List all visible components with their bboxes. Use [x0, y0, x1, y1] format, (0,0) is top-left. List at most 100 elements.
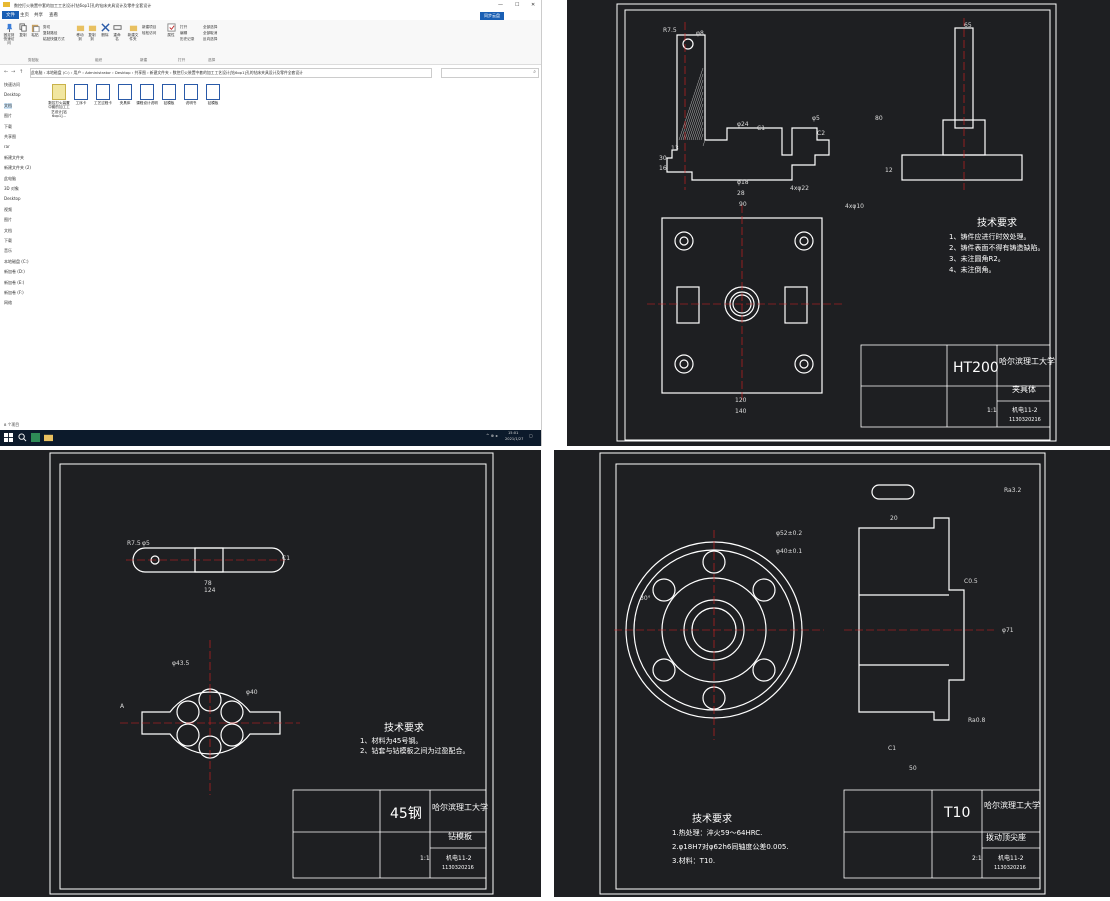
nav-item[interactable]: 共享图 [4, 134, 16, 140]
nav-item[interactable]: 新建文件夹 (2) [4, 165, 31, 171]
tray-icons[interactable]: ^ ⊕ ◂ [486, 433, 497, 438]
file-item[interactable]: 数控打火装置中套的加工工艺设计[钻6op1]... [48, 84, 70, 118]
organize-group-label: 组织 [95, 58, 103, 62]
up-arrow-icon[interactable]: ↑ [19, 69, 23, 75]
clamp-front-view [666, 34, 830, 181]
nav-item[interactable]: 新建文件夹 [4, 155, 24, 161]
dim-label: 80 [875, 115, 883, 122]
file-name: 说明书 [185, 101, 197, 105]
copy-button[interactable]: 复制 [18, 23, 28, 37]
file-item[interactable]: 说明书 [180, 84, 202, 105]
paste-button[interactable]: 粘贴 [30, 23, 40, 37]
title-bar: 数控打火装置中套的加工工艺设计[钻6op1]孔的钻床夹具设计及零件全套设计 — … [0, 0, 541, 10]
history-button[interactable]: 历史记录 [180, 37, 194, 42]
tab-view[interactable]: 查看 [49, 12, 58, 18]
share-button[interactable]: 同步云盘 [480, 12, 504, 20]
nav-item[interactable]: 视频 [4, 207, 12, 213]
tab-share[interactable]: 共享 [34, 12, 43, 18]
window-title: 数控打火装置中套的加工工艺设计[钻6op1]孔的钻床夹具设计及零件全套设计 [14, 3, 152, 8]
nav-item[interactable]: 新加卷 (D:) [4, 269, 25, 275]
hatch-line [698, 127, 704, 141]
nav-item[interactable]: 图片 [4, 217, 12, 223]
file-item[interactable]: 钻模板 [202, 84, 224, 105]
outer-frame [49, 452, 494, 895]
nav-item[interactable]: 网络 [4, 300, 12, 306]
dim-label: φ24 [737, 121, 749, 128]
search-icon[interactable] [18, 433, 27, 442]
dim-label: 12 [885, 167, 893, 174]
new-folder-icon [129, 25, 137, 32]
edit-button[interactable]: 编辑 [180, 31, 187, 36]
dim-label: 30° [640, 595, 651, 602]
dim-label: 4xφ10 [845, 203, 864, 210]
file-item[interactable]: 钻模板 [158, 84, 180, 105]
tab-home[interactable]: 主页 [20, 12, 29, 18]
nav-item[interactable]: 本地磁盘 (C:) [4, 259, 29, 265]
new-folder-button[interactable]: 新建文件夹 [127, 23, 139, 41]
file-item[interactable]: 工序卡 [70, 84, 92, 105]
windows-start-icon[interactable] [4, 433, 13, 442]
select-none-button[interactable]: 全部取消 [203, 31, 217, 36]
dim-label: φ71 [1002, 627, 1014, 634]
properties-button[interactable]: 属性 [166, 23, 176, 37]
copy-path-button[interactable]: 复制路径 [43, 31, 57, 36]
delete-button[interactable]: 删除 [100, 23, 110, 37]
nav-item[interactable]: 图片 [4, 113, 12, 119]
tray-time[interactable]: 15:01 [508, 431, 518, 435]
back-arrow-icon[interactable]: ← [4, 69, 8, 75]
notification-icon[interactable]: ▢ [529, 433, 533, 438]
dim-label: C1 [888, 745, 896, 752]
nav-item[interactable]: 文档 [4, 102, 12, 109]
nav-item[interactable]: Desktop [4, 92, 21, 97]
tech-requirements-notes: 1.热处理：淬火59～64HRC. 2.φ18H7对φ62h6同轴度公差0.00… [672, 828, 789, 865]
new-item-button[interactable]: 新建项目 [142, 25, 156, 30]
file-explorer-icon[interactable] [44, 433, 53, 442]
forward-arrow-icon[interactable]: → [11, 69, 15, 75]
copy-to-button[interactable]: 复制到 [87, 23, 97, 41]
delete-label: 删除 [101, 33, 109, 37]
nav-item[interactable]: 3D 对象 [4, 186, 19, 192]
close-icon[interactable]: ✕ [531, 2, 535, 8]
file-name: 工序卡 [75, 101, 87, 105]
nav-item[interactable]: rar [4, 144, 10, 149]
easy-access-button[interactable]: 轻松访问 [142, 31, 156, 36]
open-group-label: 打开 [178, 58, 186, 62]
cad-drawing-clamp-body: R7.5 φ8 φ24 C1 φ5 C2 4xφ22 4xφ10 90 120 … [567, 0, 1110, 446]
maximize-icon[interactable]: ☐ [515, 2, 519, 8]
part-name-label: 钻模板 [448, 831, 472, 841]
file-item[interactable]: 工艺过程卡 [92, 84, 114, 105]
nav-item[interactable]: Desktop [4, 196, 21, 201]
app-icon[interactable] [31, 433, 40, 442]
file-item[interactable]: 课程设计说明 [136, 84, 158, 105]
nav-item[interactable]: 下载 [4, 238, 12, 244]
dim-label: R7.5 [127, 540, 141, 547]
rename-button[interactable]: 重命名 [112, 23, 122, 41]
paste-shortcut-button[interactable]: 粘贴快捷方式 [43, 37, 65, 42]
tab-file[interactable]: 文件 [2, 11, 19, 19]
open-button[interactable]: 打开 [180, 25, 187, 30]
pin-button[interactable]: 固定到快速访问 [2, 23, 16, 45]
minimize-icon[interactable]: — [498, 2, 503, 8]
nav-item[interactable]: 下载 [4, 124, 12, 130]
nav-item[interactable]: 新加卷 (E:) [4, 280, 24, 286]
tech-note: 4、未注倒角。 [949, 265, 995, 274]
move-to-button[interactable]: 移动到 [75, 23, 85, 41]
nav-item[interactable]: 文档 [4, 228, 12, 234]
select-all-button[interactable]: 全部选择 [203, 25, 217, 30]
nav-item[interactable]: 此电脑 [4, 176, 16, 182]
nav-item[interactable]: 音乐 [4, 248, 12, 254]
cad-drawing-drill-plate: R7.5 φ5 78 124 C1 φ43.5 φ40 A 技术要求 1、材料为… [0, 450, 541, 897]
file-item[interactable]: 夹具体 [114, 84, 136, 105]
tech-note: 2、钻套与钻模板之间为过盈配合。 [360, 746, 469, 755]
invert-selection-button[interactable]: 反向选择 [203, 37, 217, 42]
tray-date[interactable]: 2021/1/27 [505, 437, 523, 441]
dim-label: 4xφ22 [790, 185, 809, 192]
rename-icon [112, 25, 122, 30]
nav-item[interactable]: 新加卷 (F:) [4, 290, 24, 296]
search-input[interactable]: ⌕ [441, 68, 539, 78]
cut-button[interactable]: 剪切 [43, 25, 50, 30]
file-icon [52, 84, 66, 100]
nav-item[interactable]: 快速访问 [4, 82, 20, 88]
address-bar[interactable]: 此电脑 › 本地磁盘 (C:) › 用户 › Administrator › D… [30, 68, 432, 78]
dim-label: 78 [204, 580, 212, 587]
